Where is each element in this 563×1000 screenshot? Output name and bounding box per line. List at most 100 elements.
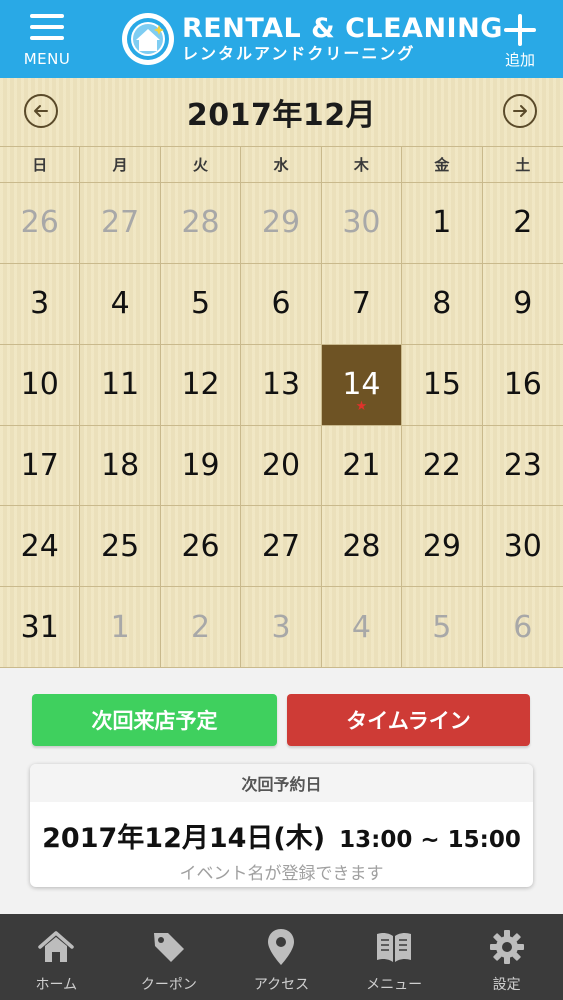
calendar-day-outside-month[interactable]: 26 xyxy=(0,183,81,264)
day-number: 3 xyxy=(271,609,291,645)
calendar-day-outside-month[interactable]: 6 xyxy=(482,587,563,668)
calendar-day[interactable]: 24 xyxy=(0,506,81,588)
calendar-day[interactable]: 31 xyxy=(0,587,81,668)
day-number: 30 xyxy=(342,205,381,241)
weekday-label: 土 xyxy=(482,147,563,183)
day-number: 4 xyxy=(351,609,371,645)
day-number: 17 xyxy=(20,447,59,483)
calendar-day[interactable]: 30 xyxy=(482,506,563,588)
calendar-day-outside-month[interactable]: 2 xyxy=(160,587,242,668)
calendar-day[interactable]: 11 xyxy=(80,344,161,426)
month-title: 2017年12月 xyxy=(186,98,377,133)
reservation-time: 13:00 ~ 15:00 xyxy=(339,827,521,853)
calendar-day[interactable]: 23 xyxy=(482,426,563,507)
menu-button[interactable]: MENU xyxy=(16,10,78,70)
calendar-day[interactable]: 17 xyxy=(0,425,81,507)
calendar-day[interactable]: 29 xyxy=(402,506,483,588)
action-buttons: 次回来店予定 タイムライン xyxy=(32,694,530,746)
calendar-day[interactable]: 6 xyxy=(241,263,322,345)
calendar-day[interactable]: 20 xyxy=(241,425,322,507)
calendar-day[interactable]: 18 xyxy=(80,425,161,507)
calendar-day-selected[interactable]: 14 ★ xyxy=(321,344,403,426)
day-number: 2 xyxy=(513,205,533,241)
day-number: 28 xyxy=(342,528,381,564)
tab-label: アクセス xyxy=(253,977,310,993)
calendar-day-outside-month[interactable]: 5 xyxy=(402,587,483,668)
tab-label: 設定 xyxy=(492,977,521,993)
weekday-label: 日 xyxy=(0,147,81,183)
calendar-day-outside-month[interactable]: 27 xyxy=(80,183,161,264)
day-number: 6 xyxy=(271,286,291,322)
calendar-day-outside-month[interactable]: 1 xyxy=(80,587,161,668)
next-visit-button[interactable]: 次回来店予定 xyxy=(32,694,277,746)
calendar-day-outside-month[interactable]: 28 xyxy=(160,183,242,264)
weekday-label: 月 xyxy=(80,147,161,183)
tab-settings[interactable]: 設定 xyxy=(450,914,563,1000)
calendar-day[interactable]: 21 xyxy=(321,425,403,507)
calendar-day-outside-month[interactable]: 3 xyxy=(241,587,322,668)
plus-icon xyxy=(504,14,536,46)
weekday-label: 金 xyxy=(402,147,483,183)
calendar-day[interactable]: 4 xyxy=(80,263,161,345)
add-button[interactable]: 追加 xyxy=(495,10,545,70)
calendar-day[interactable]: 13 xyxy=(241,344,322,426)
tab-label: メニュー xyxy=(366,977,423,993)
calendar-day-outside-month[interactable]: 29 xyxy=(241,183,322,264)
calendar-day[interactable]: 7 xyxy=(321,263,403,345)
day-number: 14 xyxy=(342,367,381,403)
calendar-day[interactable]: 25 xyxy=(80,506,161,588)
weekday-label: 木 xyxy=(321,147,403,183)
day-number: 13 xyxy=(261,367,301,403)
logo-subtitle: レンタルアンドクリーニング xyxy=(182,44,416,63)
previous-month-button[interactable] xyxy=(24,94,58,128)
book-icon xyxy=(375,928,413,966)
calendar-day[interactable]: 22 xyxy=(402,425,483,507)
calendar-day[interactable]: 19 xyxy=(160,425,242,507)
calendar-day[interactable]: 8 xyxy=(402,263,483,345)
day-number: 19 xyxy=(181,447,220,483)
calendar-day[interactable]: 2 xyxy=(482,183,563,264)
day-number: 26 xyxy=(181,528,220,564)
calendar-day[interactable]: 28 xyxy=(321,506,403,588)
day-number: 23 xyxy=(503,447,542,483)
day-grid: 26 27 28 29 30 1 2 3 4 5 6 7 8 9 10 11 12 13 14 ★ 15 16 17 18 19… xyxy=(0,183,563,668)
day-number: 2 xyxy=(191,609,211,645)
calendar-day[interactable]: 26 xyxy=(160,506,242,588)
day-number: 26 xyxy=(20,205,59,241)
day-number: 18 xyxy=(101,447,140,483)
day-number: 5 xyxy=(191,286,211,322)
weekday-label: 火 xyxy=(160,147,242,183)
calendar-day[interactable]: 12 xyxy=(160,344,242,426)
day-number: 27 xyxy=(101,205,140,241)
tab-access[interactable]: アクセス xyxy=(225,914,338,1000)
bottom-tab-bar: ホーム クーポン アクセス メニュー 設定 xyxy=(0,914,563,1000)
tab-menu[interactable]: メニュー xyxy=(338,914,451,1000)
day-number: 16 xyxy=(503,367,542,403)
calendar-day[interactable]: 16 xyxy=(482,345,563,426)
day-number: 29 xyxy=(422,528,461,564)
calendar-day[interactable]: 5 xyxy=(160,263,242,345)
day-number: 4 xyxy=(110,286,130,322)
calendar-day[interactable]: 10 xyxy=(0,344,81,426)
app-header: MENU RENTAL & CLEANING レンタルアンドクリーニング 追加 xyxy=(0,0,563,78)
next-month-button[interactable] xyxy=(503,94,537,128)
day-number: 12 xyxy=(181,367,220,403)
tab-home[interactable]: ホーム xyxy=(0,914,113,1000)
event-name-placeholder: イベント名が登録できます xyxy=(179,864,384,884)
calendar-day-outside-month[interactable]: 4 xyxy=(321,587,403,668)
next-reservation-card[interactable]: 次回予約日 2017年12月14日(木) 13:00 ~ 15:00 イベント名… xyxy=(30,764,533,887)
calendar-day[interactable]: 3 xyxy=(0,263,81,345)
house-logo-icon xyxy=(122,13,174,65)
day-number: 6 xyxy=(513,609,533,645)
calendar-day[interactable]: 1 xyxy=(402,183,483,264)
day-number: 7 xyxy=(351,286,371,322)
calendar-day[interactable]: 27 xyxy=(241,506,322,588)
calendar-day[interactable]: 9 xyxy=(482,264,563,345)
tab-coupon[interactable]: クーポン xyxy=(113,914,226,1000)
timeline-button[interactable]: タイムライン xyxy=(287,694,530,746)
day-number: 29 xyxy=(261,205,301,241)
day-number: 25 xyxy=(101,528,140,564)
calendar-day-outside-month[interactable]: 30 xyxy=(321,183,403,264)
calendar-day[interactable]: 15 xyxy=(402,344,483,426)
day-number: 30 xyxy=(503,528,542,564)
